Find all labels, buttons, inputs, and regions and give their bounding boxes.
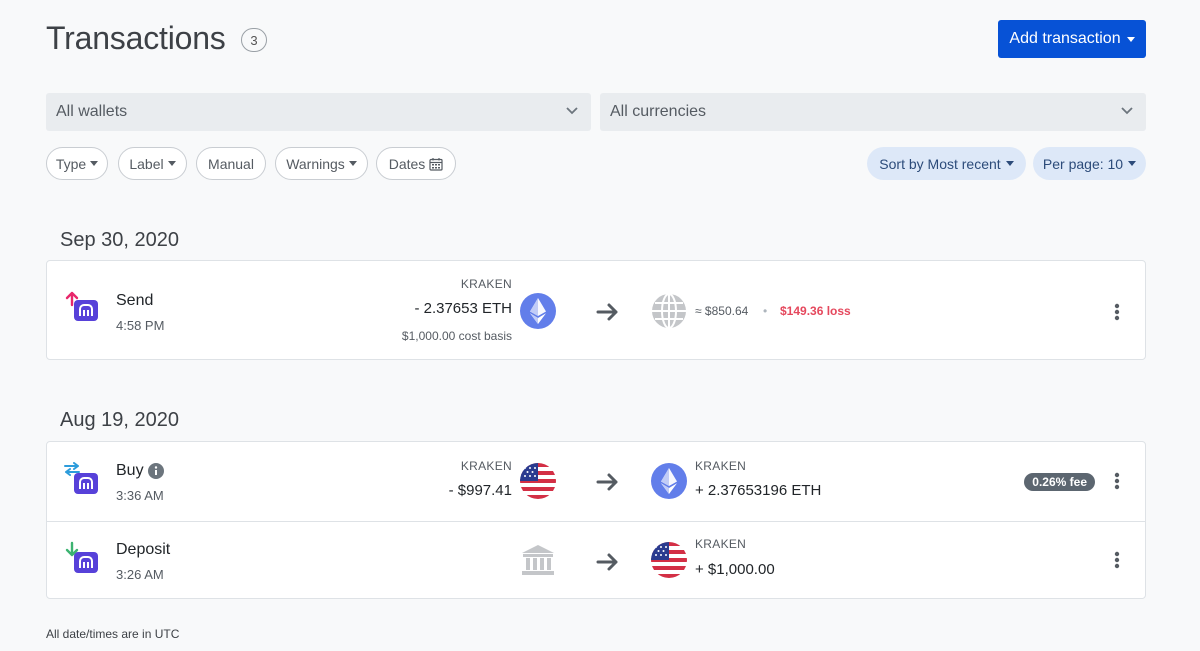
transaction-type: Deposit [116, 541, 171, 558]
add-transaction-label: Add transaction [1009, 30, 1121, 47]
dates-filter-label: Dates [388, 155, 426, 172]
destination-wallet-name: KRAKEN [695, 459, 747, 473]
page-title: Transactions [46, 20, 226, 56]
eth-coin-icon [651, 463, 687, 499]
info-icon[interactable] [148, 463, 164, 479]
chevron-down-icon [566, 107, 578, 115]
destination-amount: + 2.37653196 ETH [695, 482, 822, 499]
timezone-footnote: All date/times are in UTC [46, 627, 180, 641]
wallets-select[interactable]: All wallets [46, 93, 591, 131]
transaction-type: Send [116, 292, 154, 309]
usd-flag-icon [651, 542, 687, 578]
send-arrow-icon [65, 291, 79, 307]
caret-down-icon [90, 161, 99, 166]
transaction-group-card: Send 4:58 PM KRAKEN - 2.37653 ETH $1,000… [46, 260, 1146, 360]
manual-filter-button[interactable]: Manual [196, 147, 266, 180]
type-filter-button[interactable]: Type [46, 147, 108, 180]
label-filter-label: Label [129, 155, 164, 172]
more-options-icon[interactable] [1111, 550, 1123, 570]
currencies-select-value: All currencies [610, 103, 707, 120]
value-separator: • [763, 304, 768, 318]
destination-wallet-name: KRAKEN [695, 537, 747, 551]
more-options-icon[interactable] [1111, 302, 1123, 322]
transaction-time: 4:58 PM [116, 318, 165, 333]
transaction-type: Buy [116, 462, 144, 479]
wallets-select-value: All wallets [56, 103, 128, 120]
source-amount: - $997.41 [448, 482, 512, 499]
date-group-header: Aug 19, 2020 [60, 409, 179, 431]
deposit-arrow-icon [65, 541, 79, 557]
warnings-filter-label: Warnings [286, 155, 345, 172]
page-header: Transactions 3 Add transaction [46, 18, 1146, 62]
source-amount: - 2.37653 ETH [414, 300, 512, 317]
per-page-label: Per page: 10 [1042, 155, 1124, 172]
add-transaction-button[interactable]: Add transaction [998, 20, 1146, 58]
market-value: ≈ $850.64 [695, 304, 749, 318]
chevron-down-icon [1121, 107, 1133, 115]
eth-coin-icon [520, 293, 556, 329]
globe-icon [652, 293, 686, 329]
cost-basis: $1,000.00 cost basis [401, 329, 512, 343]
warnings-filter-button[interactable]: Warnings [275, 147, 368, 180]
usd-flag-icon [520, 463, 556, 499]
sort-button[interactable]: Sort by Most recent [867, 147, 1026, 180]
transaction-count-badge: 3 [241, 28, 267, 52]
transaction-row-buy[interactable]: Buy 3:36 AM KRAKEN - $997.41 KRAKEN + 2.… [47, 442, 1145, 521]
arrow-right-icon [596, 552, 620, 572]
swap-arrows-icon [64, 462, 80, 476]
bank-icon [522, 545, 554, 575]
gain-loss-amount: $149.36 loss [780, 304, 851, 318]
transaction-time: 3:26 AM [116, 567, 164, 582]
source-wallet-name: KRAKEN [460, 277, 512, 291]
per-page-button[interactable]: Per page: 10 [1033, 147, 1146, 180]
transaction-time: 3:36 AM [116, 488, 164, 503]
calendar-icon [429, 157, 443, 171]
label-filter-button[interactable]: Label [118, 147, 187, 180]
transaction-row-send[interactable]: Send 4:58 PM KRAKEN - 2.37653 ETH $1,000… [47, 261, 1145, 359]
caret-down-icon [348, 161, 357, 166]
transaction-row-deposit[interactable]: Deposit 3:26 AM KRAKEN + $1,000.00 [47, 522, 1145, 599]
arrow-right-icon [596, 302, 620, 322]
transaction-group-card: Buy 3:36 AM KRAKEN - $997.41 KRAKEN + 2.… [46, 441, 1146, 599]
dates-filter-button[interactable]: Dates [376, 147, 456, 180]
more-options-icon[interactable] [1111, 471, 1123, 491]
type-filter-label: Type [55, 155, 87, 172]
caret-down-icon [1126, 36, 1135, 42]
destination-amount: + $1,000.00 [695, 561, 775, 578]
caret-down-icon [167, 161, 176, 166]
caret-down-icon [1005, 161, 1014, 166]
caret-down-icon [1128, 161, 1137, 166]
sort-label: Sort by Most recent [879, 155, 1001, 172]
date-group-header: Sep 30, 2020 [60, 229, 179, 251]
source-wallet-name: KRAKEN [460, 459, 512, 473]
fee-badge: 0.26% fee [1024, 473, 1095, 491]
currencies-select[interactable]: All currencies [600, 93, 1146, 131]
manual-filter-label: Manual [208, 155, 254, 172]
arrow-right-icon [596, 472, 620, 492]
